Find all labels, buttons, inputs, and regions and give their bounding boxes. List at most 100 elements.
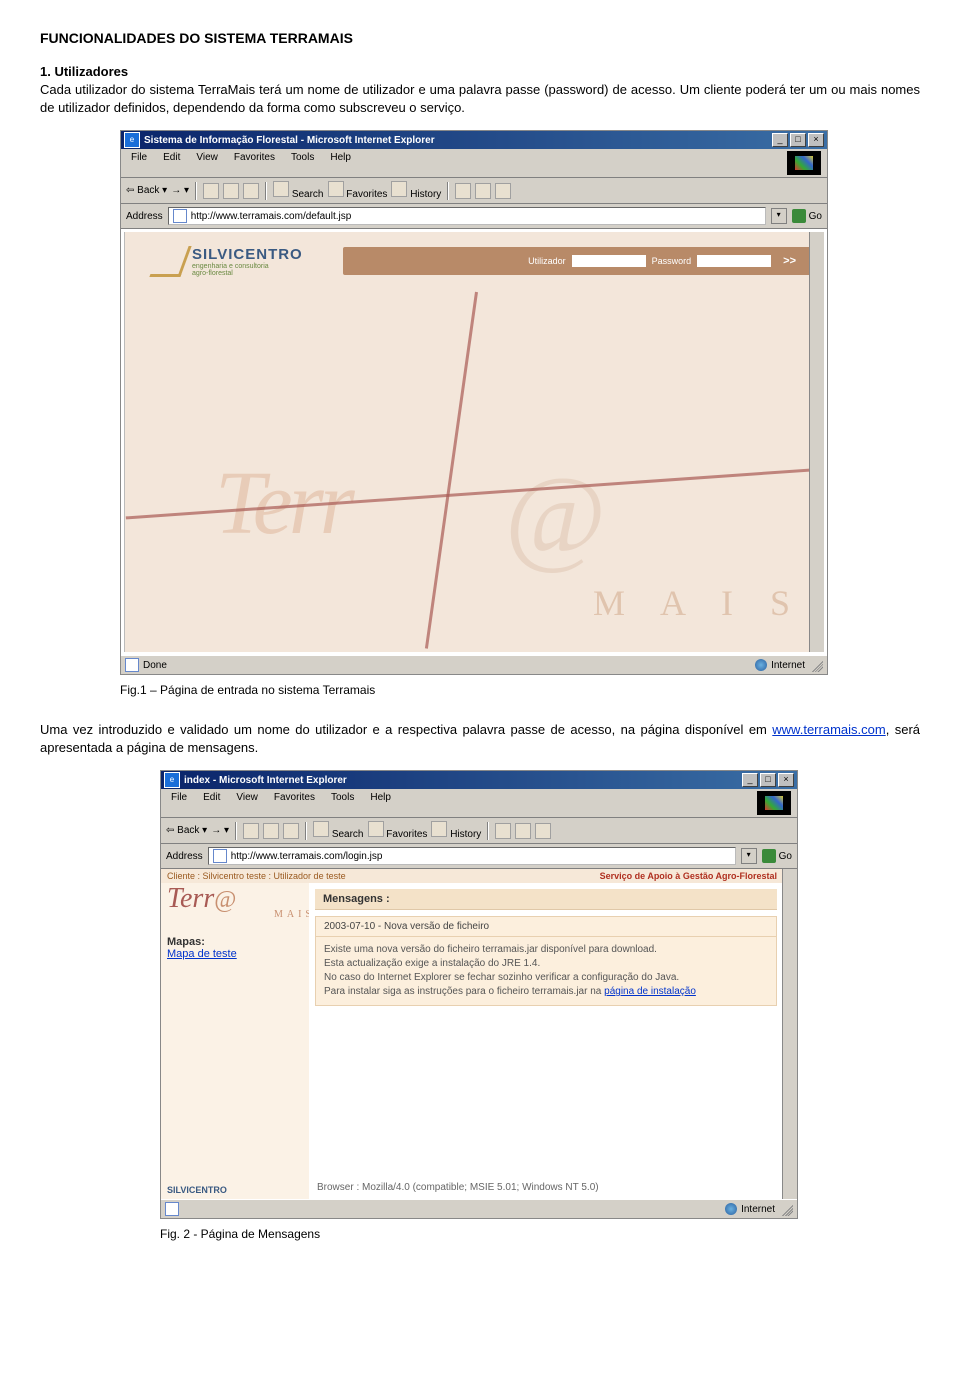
top-strip: Cliente : Silvicentro teste : Utilizador… — [161, 869, 783, 884]
install-link[interactable]: página de instalação — [604, 986, 696, 997]
forward-button[interactable]: → ▾ — [211, 825, 229, 836]
intro-paragraph: Cada utilizador do sistema TerraMais ter… — [40, 81, 920, 116]
address-label: Address — [166, 851, 203, 862]
fig1-caption: Fig.1 – Página de entrada no sistema Ter… — [120, 683, 920, 697]
menu-view[interactable]: View — [192, 151, 222, 175]
resize-grip[interactable] — [779, 1202, 793, 1216]
print-icon[interactable] — [475, 183, 491, 199]
menu-edit[interactable]: Edit — [199, 791, 224, 815]
brand-name: SILVICENTRO — [192, 246, 303, 263]
menu-tools[interactable]: Tools — [327, 791, 358, 815]
toolbar: ⇦ Back ▾ → ▾ Search Favorites History — [121, 178, 827, 204]
menu-favorites[interactable]: Favorites — [270, 791, 319, 815]
favorites-button[interactable]: Favorites — [368, 821, 428, 840]
mail-icon[interactable] — [455, 183, 471, 199]
address-dropdown[interactable]: ▾ — [771, 208, 787, 224]
refresh-icon[interactable] — [223, 183, 239, 199]
menu-file[interactable]: File — [167, 791, 191, 815]
refresh-icon[interactable] — [263, 823, 279, 839]
stop-icon[interactable] — [203, 183, 219, 199]
menu-file[interactable]: File — [127, 151, 151, 175]
search-icon — [313, 821, 329, 837]
history-icon — [391, 181, 407, 197]
silvicentro-logo: SILVICENTRO engenharia e consultoria agr… — [125, 246, 303, 277]
scrollbar[interactable] — [782, 869, 797, 1199]
silvicentro-small: SILVICENTRO — [167, 1185, 227, 1195]
menu-help[interactable]: Help — [366, 791, 395, 815]
page-icon — [165, 1202, 179, 1216]
favorites-button[interactable]: Favorites — [328, 181, 388, 200]
favorites-icon — [328, 181, 344, 197]
service-line: Serviço de Apoio à Gestão Agro-Florestal — [600, 871, 777, 881]
address-value: http://www.terramais.com/default.jsp — [191, 211, 352, 222]
forward-button[interactable]: → ▾ — [171, 185, 189, 196]
maximize-button[interactable]: □ — [790, 133, 806, 147]
go-button[interactable]: Go — [792, 209, 822, 223]
menu-tools[interactable]: Tools — [287, 151, 318, 175]
maximize-button[interactable]: □ — [760, 773, 776, 787]
password-label: Password — [652, 256, 692, 266]
back-button[interactable]: ⇦ Back ▾ — [166, 825, 207, 836]
para2-text-a: Uma vez introduzido e validado um nome d… — [40, 722, 772, 737]
minimize-button[interactable]: _ — [742, 773, 758, 787]
scrollbar[interactable] — [809, 232, 824, 652]
home-icon[interactable] — [243, 183, 259, 199]
address-value: http://www.terramais.com/login.jsp — [231, 851, 383, 862]
terramais-link[interactable]: www.terramais.com — [772, 722, 885, 737]
address-input[interactable]: http://www.terramais.com/login.jsp — [208, 847, 736, 865]
mapa-link[interactable]: Mapa de teste — [167, 948, 237, 960]
page-title: FUNCIONALIDADES DO SISTEMA TERRAMAIS — [40, 30, 920, 46]
edit-icon[interactable] — [535, 823, 551, 839]
close-button[interactable]: × — [778, 773, 794, 787]
go-button[interactable]: Go — [762, 849, 792, 863]
logo-mark-icon — [149, 246, 191, 277]
msg-line-2: Esta actualização exige a instalação do … — [324, 957, 768, 971]
stop-icon[interactable] — [243, 823, 259, 839]
windows-logo-icon — [787, 151, 821, 175]
menu-help[interactable]: Help — [326, 151, 355, 175]
messages-page-body: Cliente : Silvicentro teste : Utilizador… — [161, 869, 797, 1199]
watermark-mais: M A I S — [593, 582, 804, 624]
password-input[interactable] — [697, 255, 771, 267]
windows-logo-icon — [757, 791, 791, 815]
status-text: Done — [143, 660, 167, 671]
address-input[interactable]: http://www.terramais.com/default.jsp — [168, 207, 766, 225]
go-icon — [792, 209, 806, 223]
search-button[interactable]: Search — [313, 821, 363, 840]
search-icon — [273, 181, 289, 197]
addressbar: Address http://www.terramais.com/login.j… — [161, 844, 797, 869]
resize-grip[interactable] — [809, 658, 823, 672]
addressbar: Address http://www.terramais.com/default… — [121, 204, 827, 229]
sidebar: Terr@ MAIS Mapas: Mapa de teste SILVICEN… — [161, 883, 321, 1199]
logo-at: @ — [214, 887, 236, 913]
history-button[interactable]: History — [431, 821, 481, 840]
user-input[interactable] — [572, 255, 646, 267]
home-icon[interactable] — [283, 823, 299, 839]
edit-icon[interactable] — [495, 183, 511, 199]
messages-header: Mensagens : — [315, 889, 777, 910]
login-bar: Utilizador Password >> — [343, 247, 812, 275]
address-label: Address — [126, 211, 163, 222]
menu-favorites[interactable]: Favorites — [230, 151, 279, 175]
screenshot-messages: e index - Microsoft Internet Explorer _ … — [160, 770, 798, 1219]
page-icon — [125, 658, 139, 672]
search-button[interactable]: Search — [273, 181, 323, 200]
zone-label: Internet — [771, 660, 805, 671]
main-column: Mensagens : 2003-07-10 - Nova versão de … — [309, 883, 783, 1199]
address-dropdown[interactable]: ▾ — [741, 848, 757, 864]
history-button[interactable]: History — [391, 181, 441, 200]
mail-icon[interactable] — [495, 823, 511, 839]
menu-edit[interactable]: Edit — [159, 151, 184, 175]
message-body: Existe uma nova versão do ficheiro terra… — [316, 937, 776, 1005]
print-icon[interactable] — [515, 823, 531, 839]
window-titlebar: e Sistema de Informação Florestal - Micr… — [121, 131, 827, 149]
favorites-icon — [368, 821, 384, 837]
back-button[interactable]: ⇦ Back ▾ — [126, 185, 167, 196]
fig2-caption: Fig. 2 - Página de Mensagens — [160, 1227, 920, 1241]
watermark-at: @ — [505, 452, 606, 579]
close-button[interactable]: × — [808, 133, 824, 147]
menubar: File Edit View Favorites Tools Help — [161, 789, 797, 818]
minimize-button[interactable]: _ — [772, 133, 788, 147]
menu-view[interactable]: View — [232, 791, 262, 815]
login-submit[interactable]: >> — [777, 255, 802, 267]
